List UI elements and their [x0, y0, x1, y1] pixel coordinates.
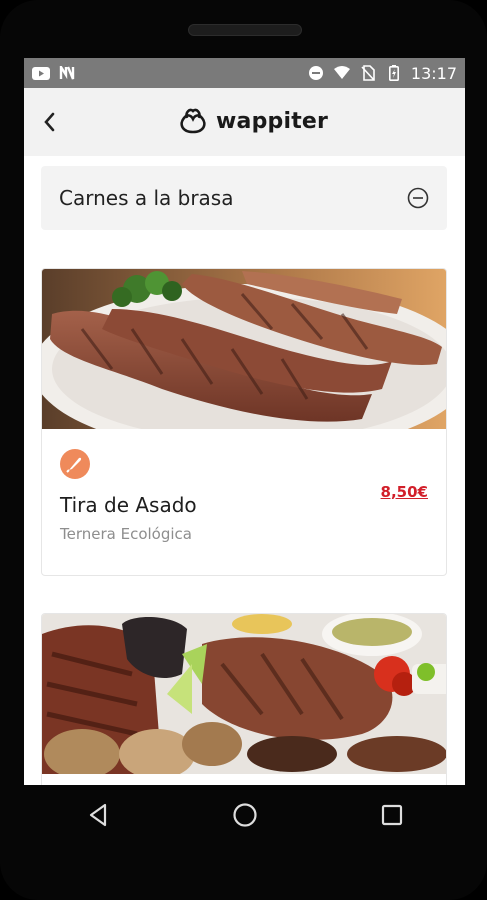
minus-circle-icon[interactable]: [407, 187, 429, 209]
nav-back-button[interactable]: [78, 795, 118, 835]
brand-logo: wappiter: [176, 106, 328, 136]
status-time: 13:17: [410, 63, 457, 83]
menu-item-name: Tira de Asado: [60, 493, 197, 517]
no-sim-icon: [359, 65, 377, 81]
menu-item-card[interactable]: Tira de Asado Ternera Ecológica 8,50€: [41, 268, 447, 576]
menu-item-card[interactable]: [41, 613, 447, 785]
grilled-ribs-photo: [42, 269, 446, 429]
menu-item-price: 8,50€: [380, 483, 428, 501]
screen: 13:17 wappiter Carnes a la brasa Tira de…: [24, 58, 465, 785]
brand-name: wappiter: [216, 108, 329, 134]
youtube-icon: [32, 66, 50, 80]
menu-content: Carnes a la brasa Tira de Asado Ternera …: [24, 156, 465, 785]
menu-item-details: Tira de Asado Ternera Ecológica 8,50€: [42, 429, 446, 563]
status-bar: 13:17: [24, 58, 465, 88]
back-triangle-icon: [89, 803, 106, 827]
battery-icon: [385, 65, 403, 81]
speaker-grille: [188, 24, 302, 36]
knife-icon: [60, 449, 90, 479]
app-bar: wappiter: [24, 88, 465, 156]
system-nav-bar: [24, 785, 465, 845]
wappiter-logo-icon: [180, 108, 206, 134]
mixed-grill-photo: [42, 614, 446, 774]
category-title: Carnes a la brasa: [59, 186, 234, 210]
menu-item-subtitle: Ternera Ecológica: [60, 525, 192, 543]
back-arrow-icon: [44, 112, 55, 132]
phone-frame: 13:17 wappiter Carnes a la brasa Tira de…: [0, 0, 487, 900]
category-header[interactable]: Carnes a la brasa: [41, 166, 447, 230]
nav-home-button[interactable]: [225, 795, 265, 835]
n-app-icon: [58, 66, 76, 80]
home-circle-icon: [232, 803, 257, 827]
nav-recents-button[interactable]: [372, 795, 412, 835]
back-button[interactable]: [38, 108, 60, 136]
recents-square-icon: [381, 804, 402, 826]
do-not-disturb-icon: [307, 66, 325, 80]
wifi-icon: [333, 66, 351, 80]
